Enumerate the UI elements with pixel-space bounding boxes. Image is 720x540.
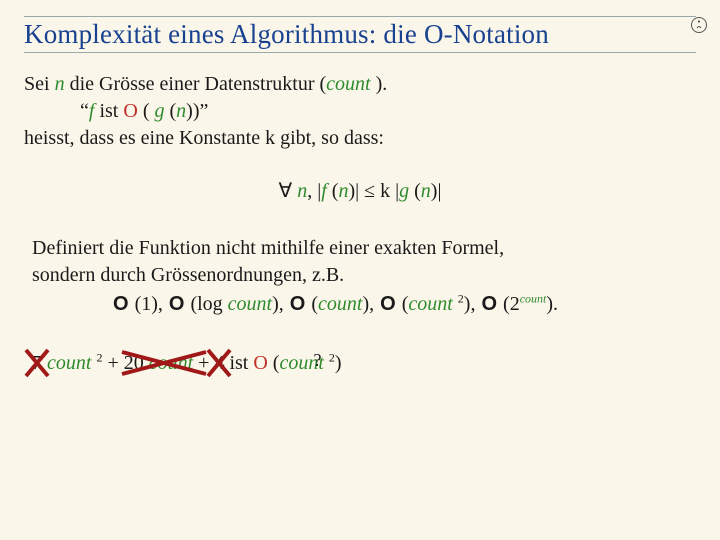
var-n: n	[297, 180, 307, 202]
text: ist	[94, 100, 123, 122]
text: die Grösse einer Datenstruktur (	[65, 73, 327, 95]
var-f: f	[321, 180, 332, 202]
var-n: n	[338, 180, 348, 202]
slide: Komplexität eines Algorithmus: die O-Not…	[0, 0, 720, 540]
text: ).	[546, 293, 558, 315]
var-count: count	[318, 293, 362, 315]
text: (1),	[130, 293, 168, 315]
title-block: Komplexität eines Algorithmus: die O-Not…	[24, 16, 696, 53]
text: (	[138, 100, 155, 122]
text: )|	[431, 180, 442, 202]
var-g: g	[154, 100, 169, 122]
explain-line-1: Definiert die Funktion nicht mithilfe ei…	[32, 235, 690, 262]
big-o: O	[112, 291, 130, 318]
const: 4	[214, 352, 224, 374]
big-o: O	[289, 291, 307, 318]
intro-line-3: heisst, dass es eine Konstante k gibt, s…	[24, 125, 696, 152]
var-count: count	[228, 293, 272, 315]
text: Sei	[24, 73, 55, 95]
coef: 20	[124, 352, 149, 374]
big-o: O	[253, 352, 267, 374]
big-o: O	[480, 291, 498, 318]
sym-forall: ∀	[279, 180, 298, 202]
text: (	[268, 352, 280, 374]
text-ist: ist	[229, 352, 253, 374]
text: )	[335, 352, 342, 374]
text: ),	[464, 293, 481, 315]
big-o: O	[379, 291, 397, 318]
text: (2	[498, 293, 520, 315]
intro-line-2: “f ist O ( g (n))”	[24, 98, 696, 125]
slide-badge-icon	[690, 16, 708, 34]
exp-count: count	[520, 291, 547, 305]
term-20count: 20 count	[124, 352, 193, 375]
slide-title: Komplexität eines Algorithmus: die O-Not…	[24, 19, 696, 50]
big-o: O	[123, 100, 137, 122]
var-n: n	[176, 100, 186, 122]
text: ),	[362, 293, 379, 315]
var-n: n	[55, 73, 65, 95]
var-count: count	[47, 352, 91, 374]
math-inequality: ∀ n, |f (n)| ≤ k |g (n)|	[24, 178, 696, 203]
text: (	[397, 293, 409, 315]
exp-2: 2	[96, 350, 102, 364]
var-count: count?	[279, 352, 323, 374]
explanation-block: Definiert die Funktion nicht mithilfe ei…	[32, 235, 690, 318]
rule-top	[24, 16, 696, 17]
plus: +	[198, 352, 214, 374]
text: , |	[307, 180, 321, 202]
text: (log	[185, 293, 227, 315]
text: ),	[272, 293, 289, 315]
intro-block: Sei n die Grösse einer Datenstruktur (co…	[24, 71, 696, 152]
var-g: g	[399, 180, 414, 202]
term-4: 4	[214, 352, 224, 375]
big-o: O	[168, 291, 186, 318]
question-mark: ?	[313, 350, 321, 371]
var-count: count	[408, 293, 452, 315]
var-n: n	[421, 180, 431, 202]
text: )| ≤ k |	[348, 180, 399, 202]
term-7count2: 7 count 2	[32, 352, 102, 375]
text: (	[414, 180, 421, 202]
var-count: count	[326, 73, 375, 95]
rule-bottom	[24, 52, 696, 53]
plus: +	[107, 352, 123, 374]
text: “	[80, 100, 89, 122]
example-equation: 7 count 2 + 20 count + 4 ist O (count? 2…	[32, 352, 696, 375]
intro-line-1: Sei n die Grösse einer Datenstruktur (co…	[24, 71, 696, 98]
text: (	[306, 293, 318, 315]
text: ))”	[186, 100, 208, 122]
orders-line: O (1), O (log count), O (count), O (coun…	[32, 291, 690, 318]
explain-line-2: sondern durch Grössenordnungen, z.B.	[32, 262, 690, 289]
coef: 7	[32, 352, 47, 374]
var-count: count	[149, 352, 193, 374]
text: ).	[376, 73, 388, 95]
